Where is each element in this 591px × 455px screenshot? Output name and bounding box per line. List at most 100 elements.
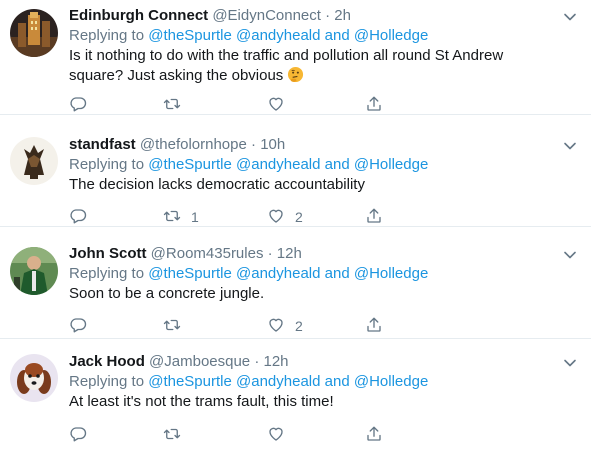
- replying-to-line: Replying to @theSpurtle @andyheald and @…: [69, 264, 561, 284]
- tweet-timestamp[interactable]: 10h: [260, 136, 285, 153]
- reply-button[interactable]: [69, 207, 87, 227]
- heart-icon: [267, 316, 285, 337]
- tweet[interactable]: Edinburgh Connect @EidynConnect · 2h Rep…: [0, 0, 591, 115]
- retweet-icon: [163, 316, 181, 337]
- mention-link[interactable]: @Holledge: [354, 156, 428, 173]
- like-count: 2: [295, 318, 303, 334]
- like-button[interactable]: [267, 95, 295, 115]
- share-icon: [365, 425, 383, 446]
- mention-and[interactable]: and: [325, 373, 350, 390]
- retweet-icon: [163, 95, 181, 116]
- tweet-text: The decision lacks democratic accountabi…: [69, 176, 365, 193]
- separator-dot: ·: [325, 7, 331, 24]
- mention-link[interactable]: @andyheald: [236, 27, 320, 44]
- chevron-down-icon[interactable]: [563, 356, 577, 370]
- mention-link[interactable]: @theSpurtle: [148, 156, 232, 173]
- tweet-header: standfast @thefolornhope · 10h: [69, 135, 561, 155]
- author-handle[interactable]: @thefolornhope: [140, 136, 247, 153]
- avatar[interactable]: [10, 354, 58, 402]
- mention-link[interactable]: @andyheald: [236, 156, 320, 173]
- mention-link[interactable]: @theSpurtle: [148, 27, 232, 44]
- like-button[interactable]: [267, 425, 295, 445]
- reply-icon: [69, 95, 87, 116]
- reply-icon: [69, 207, 87, 228]
- retweet-button[interactable]: [163, 316, 191, 336]
- tweet-actions: 1 2: [69, 207, 399, 227]
- thinking-face-emoji: [287, 66, 304, 89]
- tweet-timestamp[interactable]: 2h: [334, 7, 351, 24]
- tweet[interactable]: Jack Hood @Jamboesque · 12h Replying to …: [0, 339, 591, 455]
- heart-icon: [267, 95, 285, 116]
- author-handle[interactable]: @Room435rules: [151, 245, 264, 262]
- replying-to-label: Replying to: [69, 265, 145, 282]
- retweet-button[interactable]: [163, 425, 191, 445]
- separator-dot: ·: [251, 136, 257, 153]
- mention-link[interactable]: @andyheald: [236, 373, 320, 390]
- avatar[interactable]: [10, 9, 58, 57]
- share-icon: [365, 207, 383, 228]
- tweet-header: John Scott @Room435rules · 12h: [69, 244, 561, 264]
- replying-to-label: Replying to: [69, 27, 145, 44]
- author-name[interactable]: standfast: [69, 136, 136, 153]
- reply-button[interactable]: [69, 95, 87, 115]
- tweet-actions: [69, 425, 399, 445]
- mention-link[interactable]: @Holledge: [354, 265, 428, 282]
- tweet-text: Soon to be a concrete jungle.: [69, 285, 265, 302]
- author-name[interactable]: Jack Hood: [69, 353, 145, 370]
- tweet-actions: [69, 95, 399, 115]
- chevron-down-icon[interactable]: [563, 139, 577, 153]
- replying-to-line: Replying to @theSpurtle @andyheald and @…: [69, 372, 561, 392]
- avatar[interactable]: [10, 137, 58, 185]
- reply-button[interactable]: [69, 316, 87, 336]
- author-handle[interactable]: @EidynConnect: [212, 7, 321, 24]
- share-icon: [365, 95, 383, 116]
- mention-link[interactable]: @theSpurtle: [148, 373, 232, 390]
- replying-to-line: Replying to @theSpurtle @andyheald and @…: [69, 155, 561, 175]
- replying-to-label: Replying to: [69, 156, 145, 173]
- reply-icon: [69, 316, 87, 337]
- tweet[interactable]: standfast @thefolornhope · 10h Replying …: [0, 115, 591, 227]
- retweet-button[interactable]: [163, 95, 191, 115]
- mention-link[interactable]: @andyheald: [236, 265, 320, 282]
- separator-dot: ·: [267, 245, 273, 262]
- author-handle[interactable]: @Jamboesque: [149, 353, 250, 370]
- mention-link[interactable]: @Holledge: [354, 373, 428, 390]
- retweet-icon: [163, 207, 181, 228]
- like-button[interactable]: 2: [267, 207, 303, 227]
- mention-and[interactable]: and: [325, 265, 350, 282]
- heart-icon: [267, 207, 285, 228]
- tweet[interactable]: John Scott @Room435rules · 12h Replying …: [0, 227, 591, 339]
- share-button[interactable]: [365, 95, 383, 115]
- mention-and[interactable]: and: [325, 156, 350, 173]
- tweet-header: Jack Hood @Jamboesque · 12h: [69, 352, 561, 372]
- tweet-timestamp[interactable]: 12h: [277, 245, 302, 262]
- chevron-down-icon[interactable]: [563, 248, 577, 262]
- author-name[interactable]: Edinburgh Connect: [69, 7, 208, 24]
- retweet-icon: [163, 425, 181, 446]
- tweet-text: Is it nothing to do with the traffic and…: [69, 46, 561, 89]
- separator-dot: ·: [254, 353, 260, 370]
- tweet-actions: 2: [69, 316, 399, 336]
- share-button[interactable]: [365, 207, 383, 227]
- share-button[interactable]: [365, 425, 383, 445]
- mention-and[interactable]: and: [325, 27, 350, 44]
- share-button[interactable]: [365, 316, 383, 336]
- reply-icon: [69, 425, 87, 446]
- replying-to-line: Replying to @theSpurtle @andyheald and @…: [69, 26, 561, 46]
- like-count: 2: [295, 209, 303, 225]
- heart-icon: [267, 425, 285, 446]
- like-button[interactable]: 2: [267, 316, 303, 336]
- reply-button[interactable]: [69, 425, 87, 445]
- retweet-count: 1: [191, 209, 199, 225]
- tweet-text-body: Is it nothing to do with the traffic and…: [69, 47, 504, 84]
- replying-to-label: Replying to: [69, 373, 145, 390]
- avatar[interactable]: [10, 247, 58, 295]
- reply-thread: Edinburgh Connect @EidynConnect · 2h Rep…: [0, 0, 591, 455]
- tweet-timestamp[interactable]: 12h: [264, 353, 289, 370]
- chevron-down-icon[interactable]: [563, 10, 577, 24]
- mention-link[interactable]: @Holledge: [354, 27, 428, 44]
- author-name[interactable]: John Scott: [69, 245, 147, 262]
- retweet-button[interactable]: 1: [163, 207, 199, 227]
- share-icon: [365, 316, 383, 337]
- mention-link[interactable]: @theSpurtle: [148, 265, 232, 282]
